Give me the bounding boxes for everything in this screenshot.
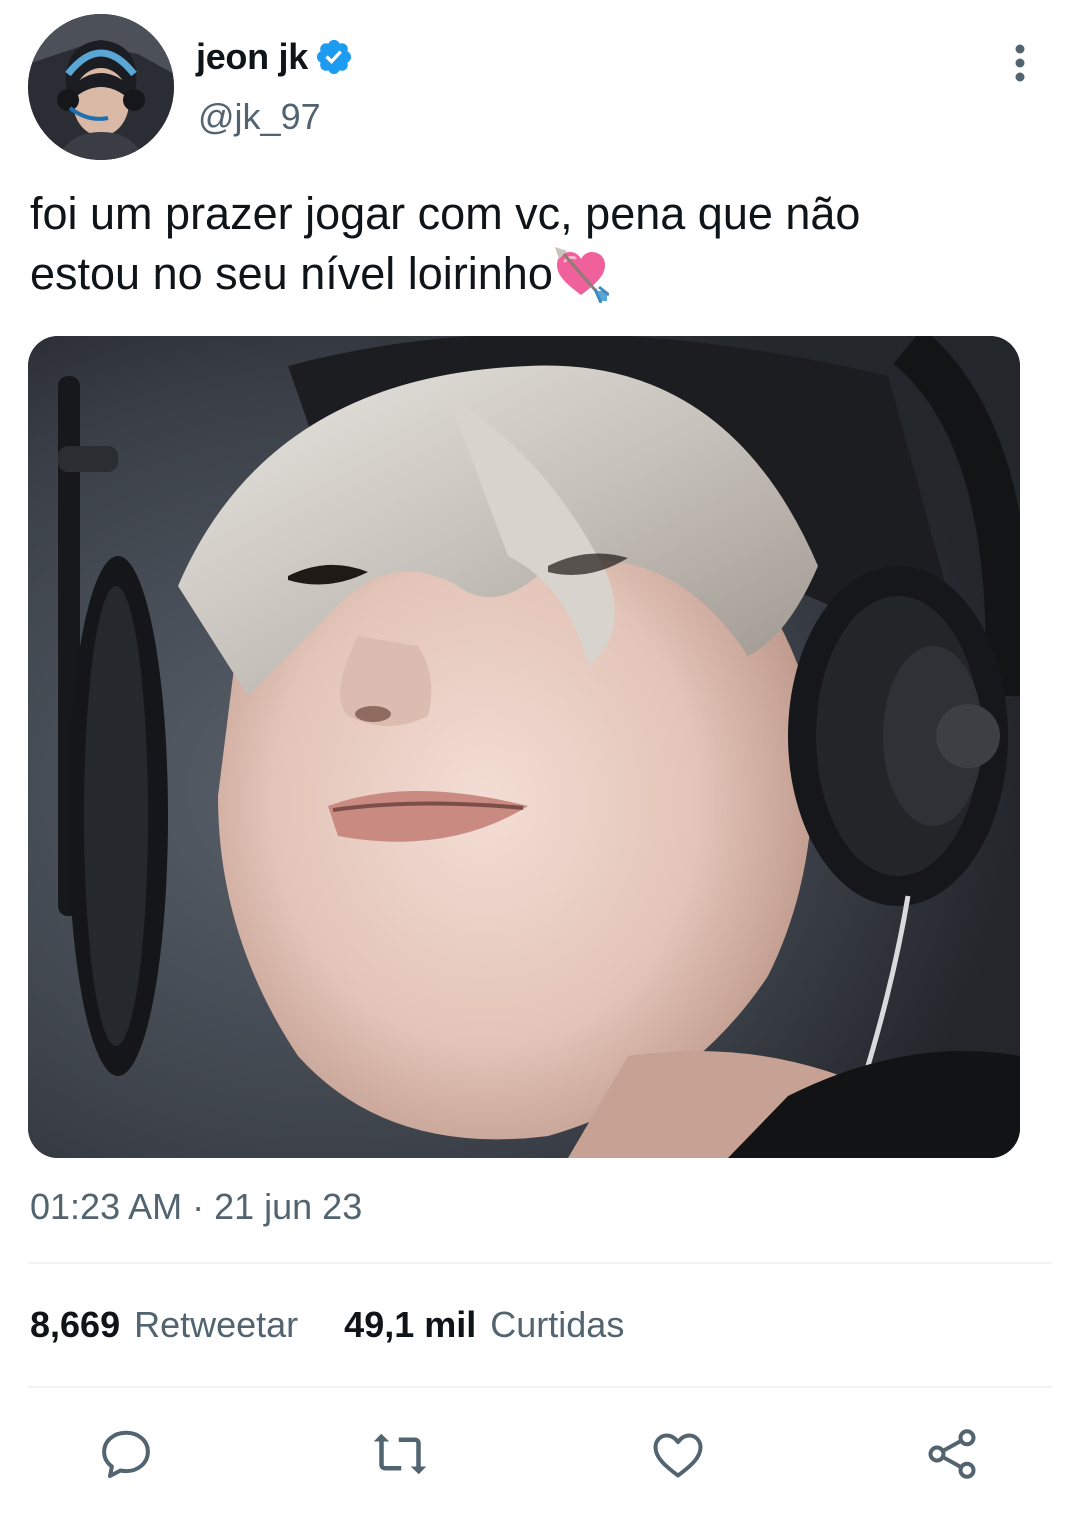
tweet-text: foi um prazer jogar com vc, pena que não… (30, 184, 1030, 304)
tweet-stats: 8,669 Retweetar 49,1 mil Curtidas (30, 1304, 624, 1346)
tweet-media-image[interactable] (28, 336, 1020, 1158)
reply-icon[interactable] (96, 1424, 156, 1484)
tweet-text-line-1: foi um prazer jogar com vc, pena que não (30, 188, 861, 239)
tweet-text-line-2: estou no seu nível loirinho (30, 244, 1030, 304)
avatar[interactable] (28, 14, 174, 160)
heart-icon[interactable] (648, 1424, 708, 1484)
author-name-row[interactable]: jeon jk (196, 30, 354, 84)
verified-badge-icon (314, 37, 354, 77)
divider (28, 1386, 1052, 1388)
heart-with-arrow-emoji (553, 247, 610, 304)
more-vertical-icon[interactable] (1000, 36, 1040, 90)
retweet-icon[interactable] (370, 1424, 430, 1484)
tweet-text-line-2-words: estou no seu nível loirinho (30, 248, 553, 299)
tweet-timestamp[interactable]: 01:23 AM · 21 jun 23 (30, 1186, 362, 1228)
divider (28, 1262, 1052, 1264)
retweet-count[interactable]: 8,669 (30, 1304, 120, 1346)
like-count[interactable]: 49,1 mil (344, 1304, 476, 1346)
author-handle[interactable]: @jk_97 (198, 96, 321, 138)
like-label[interactable]: Curtidas (490, 1304, 624, 1346)
display-name[interactable]: jeon jk (196, 36, 308, 78)
retweet-label[interactable]: Retweetar (134, 1304, 298, 1346)
share-icon[interactable] (922, 1424, 982, 1484)
